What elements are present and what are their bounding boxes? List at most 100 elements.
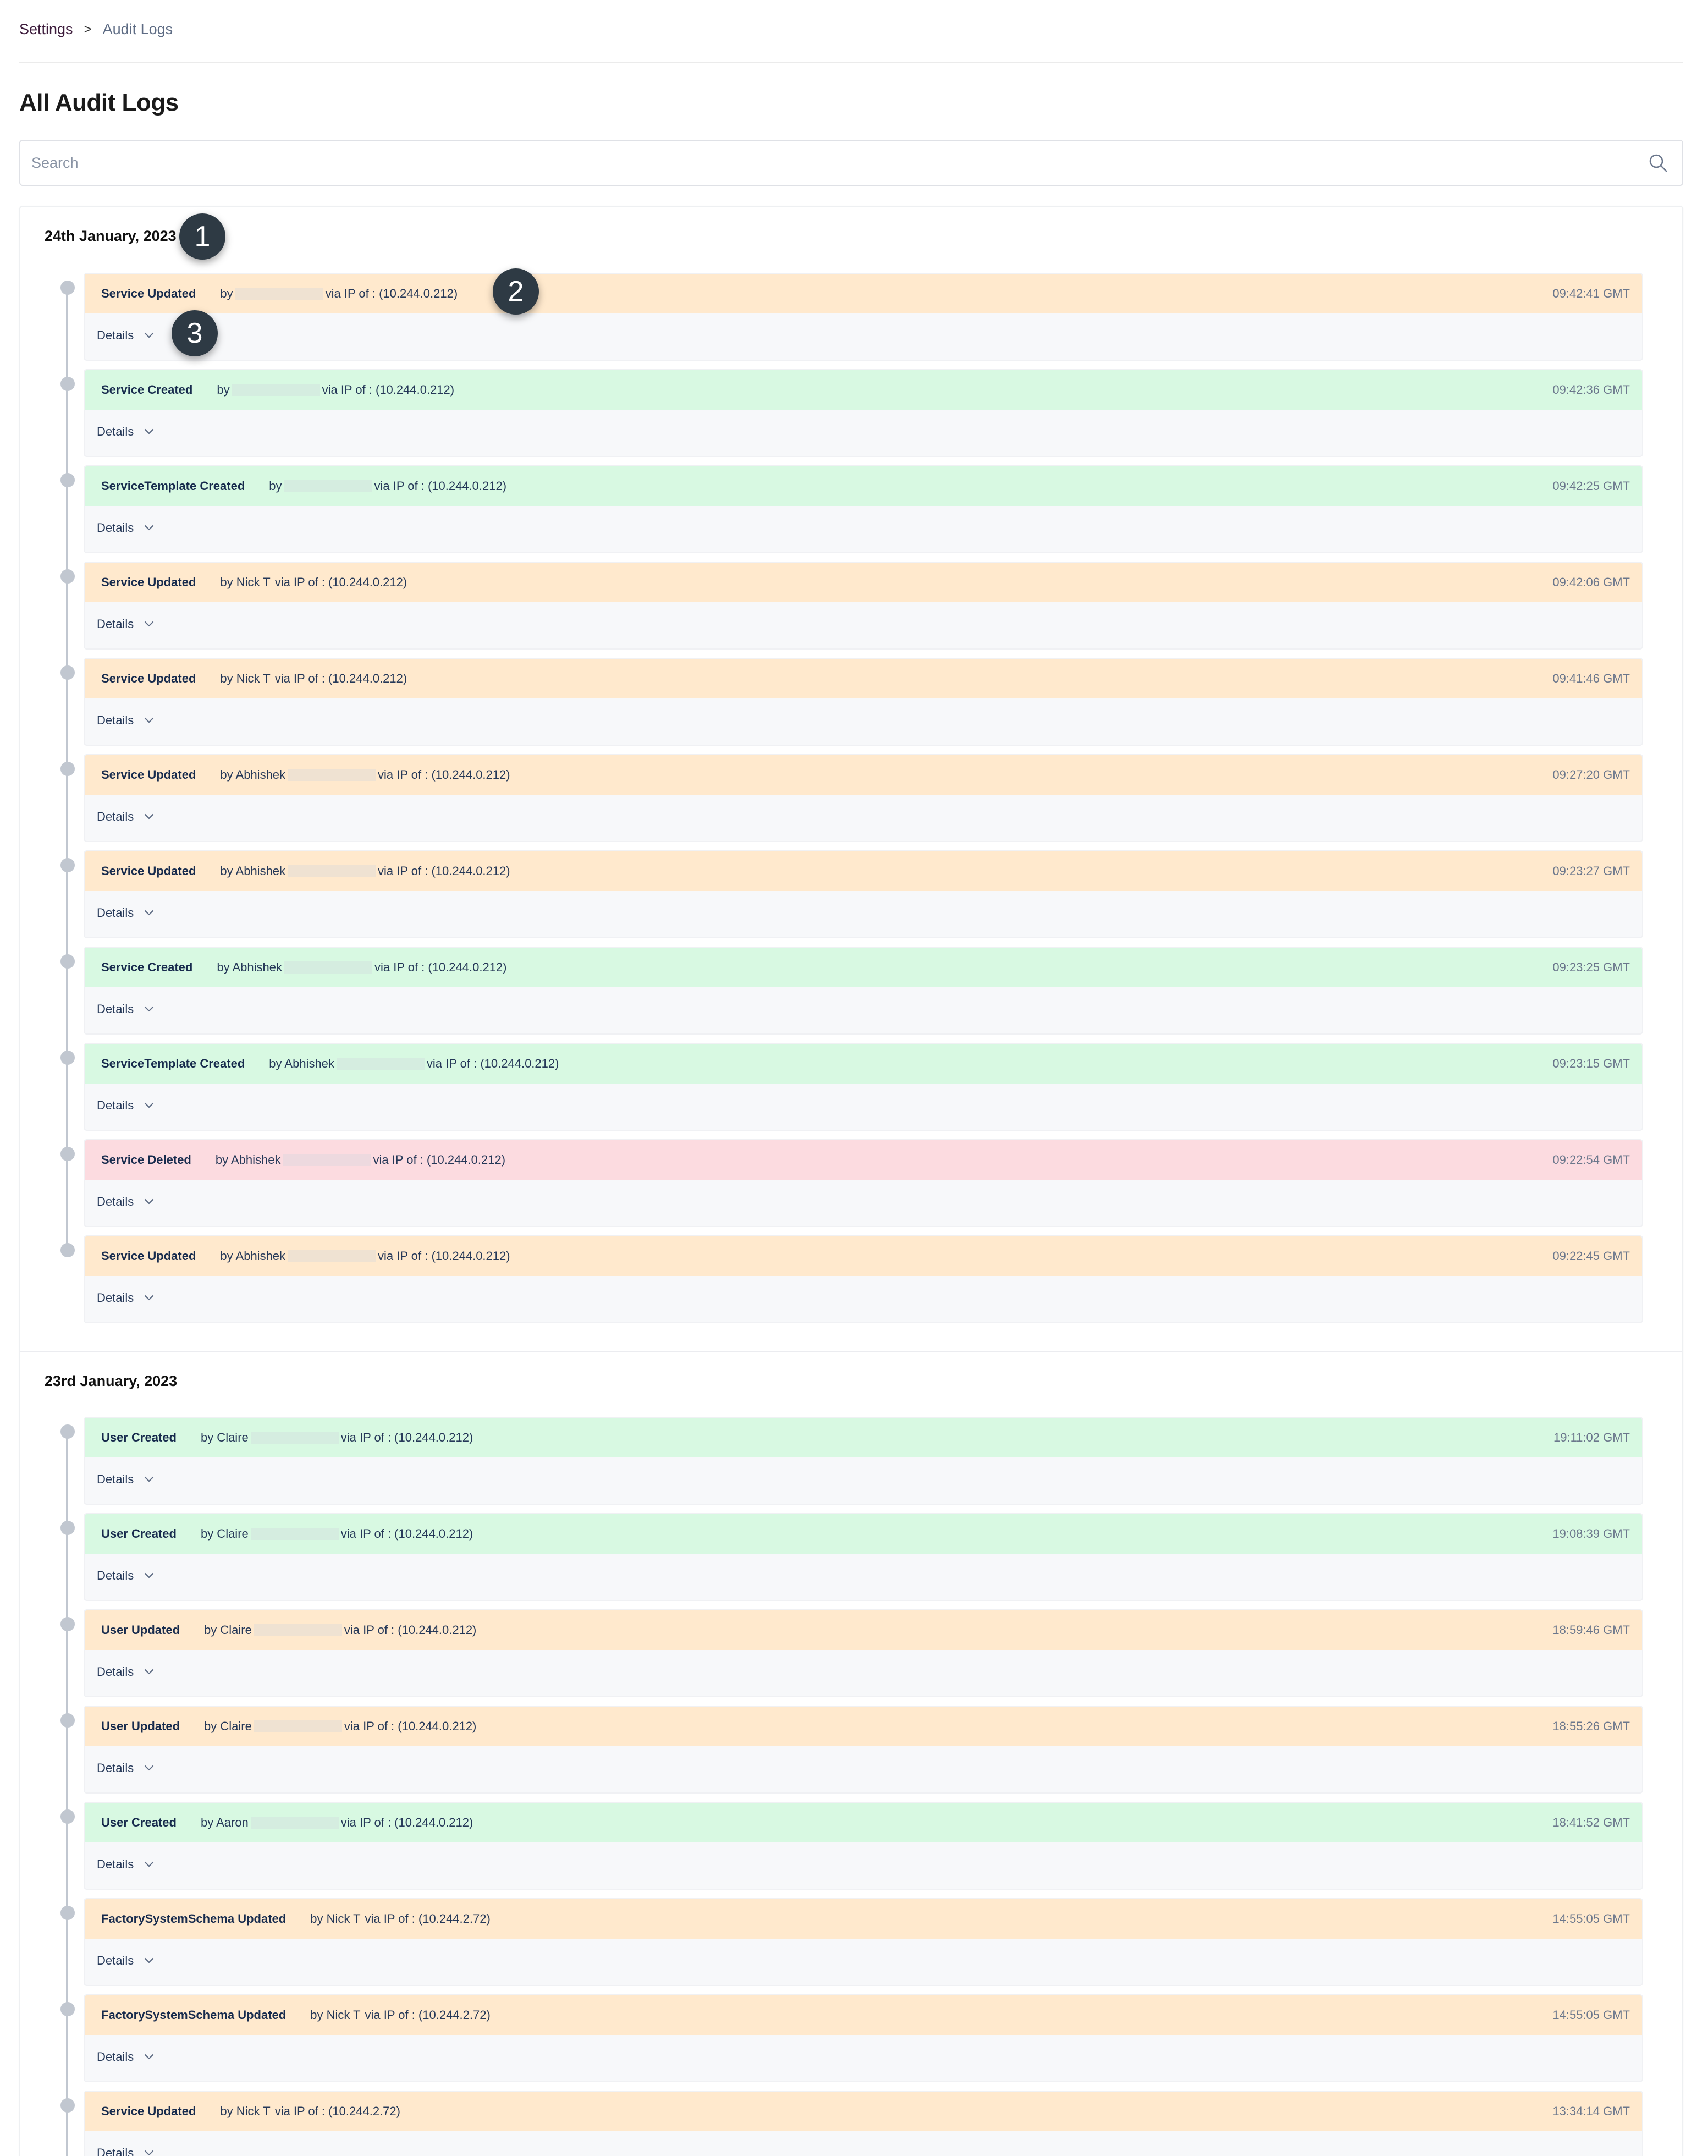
event-ip: via IP of : (10.244.0.212) — [340, 1431, 473, 1444]
details-toggle[interactable]: Details — [85, 410, 1642, 454]
details-toggle[interactable]: Details — [85, 1084, 1642, 1128]
details-label: Details — [97, 617, 134, 631]
event-type: Service Deleted — [101, 1153, 191, 1167]
annotation-marker-2: 2 — [493, 268, 539, 315]
chevron-down-icon — [145, 525, 154, 531]
details-label: Details — [97, 713, 134, 727]
entry-header: Service Created by Abhishek via IP of : (1… — [85, 948, 1642, 987]
annotation-marker-3: 3 — [172, 310, 218, 356]
audit-log-entry: Service Updated by Nick Tvia IP of : (10.… — [84, 2091, 1643, 2156]
event-time: 09:42:06 GMT — [1552, 575, 1630, 589]
timeline-dot — [60, 473, 75, 487]
search-icon[interactable] — [1648, 153, 1668, 173]
details-toggle[interactable]: Details — [85, 1939, 1642, 1983]
event-actor: by Abhishek — [220, 1249, 286, 1263]
event-ip: via IP of : (10.244.0.212) — [325, 287, 458, 300]
entry-header: User Updated by Claire via IP of : (10.244… — [85, 1610, 1642, 1650]
event-time: 14:55:05 GMT — [1552, 1912, 1630, 1926]
chevron-down-icon — [145, 1765, 154, 1771]
details-label: Details — [97, 1002, 134, 1016]
event-time: 19:11:02 GMT — [1553, 1431, 1630, 1444]
event-type: Service Updated — [101, 768, 196, 782]
date-heading: 23rd January, 2023 — [45, 1373, 178, 1389]
details-toggle[interactable]: Details — [85, 1843, 1642, 1887]
details-toggle[interactable]: Details — [85, 795, 1642, 839]
event-type: Service Updated — [101, 287, 196, 300]
entry-header: Service Updated by Abhishek via IP of : (1… — [85, 755, 1642, 795]
timeline-dot — [60, 954, 75, 969]
event-time: 09:23:27 GMT — [1552, 864, 1630, 878]
details-toggle[interactable]: Details — [85, 314, 1642, 358]
event-actor: by Claire — [204, 1719, 252, 1733]
event-ip: via IP of : (10.244.0.212) — [340, 1527, 473, 1541]
chevron-down-icon — [145, 2054, 154, 2060]
entry-header: User Created by Claire via IP of : (10.244… — [85, 1418, 1642, 1458]
details-toggle[interactable]: Details — [85, 698, 1642, 743]
timeline-dot — [60, 2098, 75, 2113]
event-type: Service Updated — [101, 672, 196, 685]
timeline-dot — [60, 1147, 75, 1161]
chevron-down-icon — [145, 1861, 154, 1867]
details-toggle[interactable]: Details — [85, 602, 1642, 646]
details-toggle[interactable]: Details — [85, 1746, 1642, 1790]
event-time: 18:59:46 GMT — [1552, 1623, 1630, 1637]
entry-header: Service Created by via IP of : (10.244.0.2… — [85, 370, 1642, 410]
event-ip: via IP of : (10.244.0.212) — [340, 1816, 473, 1829]
audit-log-entry: Service Updated by via IP of : (10.244.0.2… — [84, 273, 1643, 361]
event-actor: by Claire — [200, 1431, 249, 1444]
event-ip: via IP of : (10.244.0.212) — [322, 383, 455, 397]
redacted-name — [284, 480, 372, 492]
entry-header: ServiceTemplate Created by Abhishek via IP… — [85, 1044, 1642, 1084]
audit-log-entry: Service Updated by Abhishek via IP of : (1… — [84, 754, 1643, 842]
audit-log-entry: ServiceTemplate Created by via IP of : (10… — [84, 465, 1643, 553]
details-toggle[interactable]: Details — [85, 891, 1642, 935]
event-actor: by Abhishek — [220, 864, 286, 878]
event-actor: by Aaron — [200, 1816, 249, 1829]
breadcrumb-settings-link[interactable]: Settings — [19, 21, 73, 38]
details-label: Details — [97, 1761, 134, 1775]
entry-header: Service Deleted by Abhishek via IP of : (1… — [85, 1140, 1642, 1180]
event-ip: via IP of : (10.244.0.212) — [378, 1249, 510, 1263]
event-type: FactorySystemSchema Updated — [101, 1912, 286, 1926]
event-type: Service Updated — [101, 1249, 196, 1263]
entry-header: Service Updated by Abhishek via IP of : (1… — [85, 851, 1642, 891]
event-time: 13:34:14 GMT — [1552, 2104, 1630, 2118]
event-type: ServiceTemplate Created — [101, 479, 245, 493]
timeline-dot — [60, 1906, 75, 1920]
chevron-down-icon — [145, 1102, 154, 1108]
details-toggle[interactable]: Details — [85, 1554, 1642, 1598]
details-toggle[interactable]: Details — [85, 987, 1642, 1031]
redacted-name — [336, 1058, 425, 1070]
event-type: FactorySystemSchema Updated — [101, 2008, 286, 2022]
details-toggle[interactable]: Details — [85, 1180, 1642, 1224]
details-toggle[interactable]: Details — [85, 1276, 1642, 1320]
search-input[interactable] — [31, 141, 1626, 185]
event-ip: via IP of : (10.244.0.212) — [344, 1623, 477, 1637]
timeline-dot — [60, 569, 75, 584]
entry-header: User Updated by Claire via IP of : (10.244… — [85, 1707, 1642, 1746]
details-toggle[interactable]: Details — [85, 2131, 1642, 2156]
event-time: 09:41:46 GMT — [1552, 672, 1630, 685]
audit-log-entry: User Created by Claire via IP of : (10.244… — [84, 1513, 1643, 1601]
details-label: Details — [97, 810, 134, 823]
details-toggle[interactable]: Details — [85, 2035, 1642, 2079]
details-toggle[interactable]: Details — [85, 506, 1642, 550]
timeline-dot — [60, 762, 75, 776]
entry-header: ServiceTemplate Created by via IP of : (10… — [85, 466, 1642, 506]
redacted-name — [284, 961, 372, 974]
chevron-down-icon — [145, 621, 154, 627]
chevron-down-icon — [145, 717, 154, 723]
event-type: User Updated — [101, 1719, 180, 1733]
details-label: Details — [97, 1291, 134, 1305]
event-actor: by Abhishek — [269, 1057, 334, 1070]
entry-header: Service Updated by Abhishek via IP of : (1… — [85, 1236, 1642, 1276]
details-toggle[interactable]: Details — [85, 1458, 1642, 1502]
event-time: 09:23:15 GMT — [1552, 1057, 1630, 1070]
chevron-down-icon — [145, 1572, 154, 1579]
timeline-dot — [60, 1617, 75, 1631]
details-toggle[interactable]: Details — [85, 1650, 1642, 1694]
event-actor: by Nick T — [220, 2104, 271, 2118]
event-ip: via IP of : (10.244.0.212) — [274, 672, 407, 685]
entry-header: Service Updated by Nick Tvia IP of : (10.… — [85, 2092, 1642, 2131]
chevron-down-icon — [145, 2150, 154, 2156]
